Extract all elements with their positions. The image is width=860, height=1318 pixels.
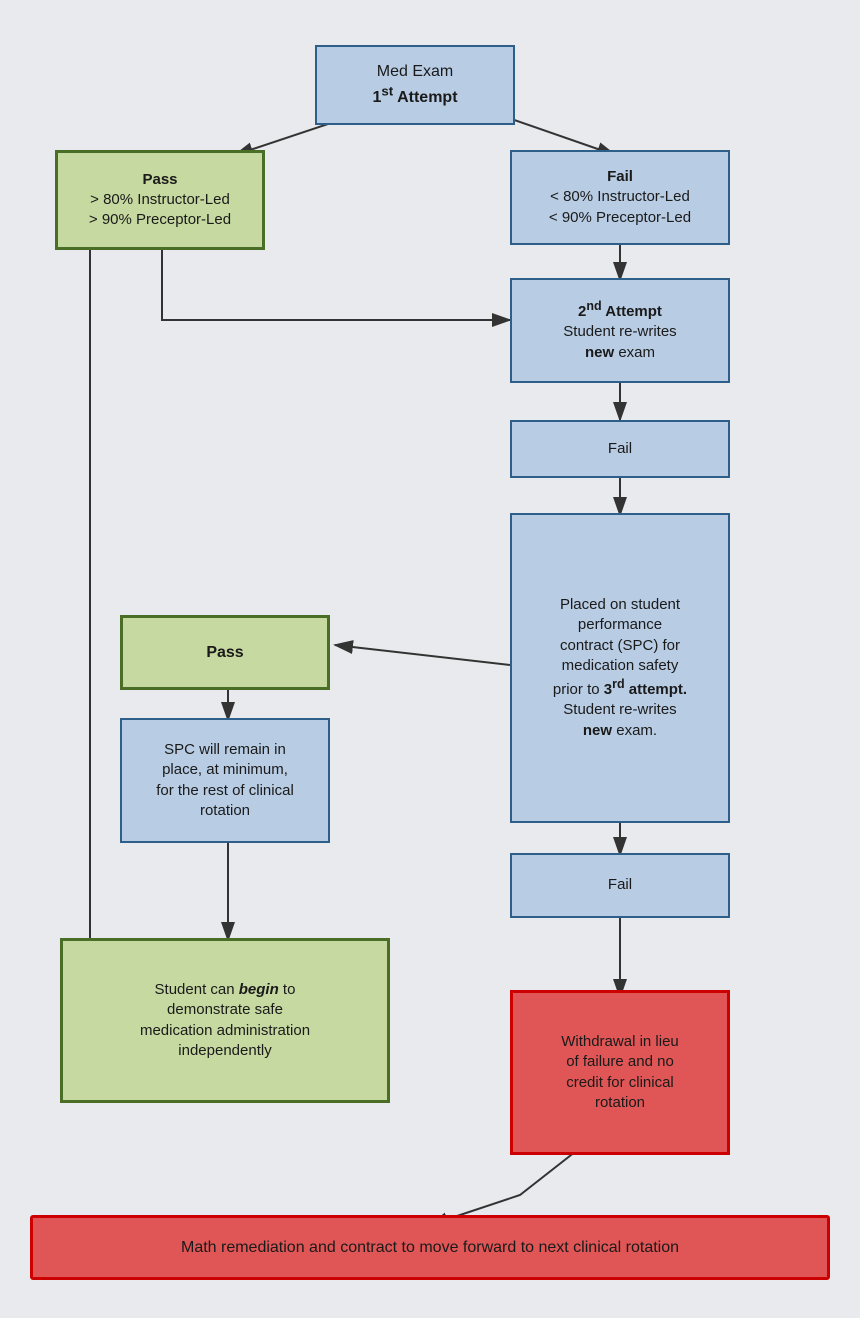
med-exam-label: Med Exam1st Attempt	[372, 61, 457, 109]
student-begin-label: Student can begin todemonstrate safemedi…	[140, 980, 310, 1061]
spc-remain-label: SPC will remain inplace, at minimum,for …	[156, 740, 294, 821]
pass1-label: Pass> 80% Instructor-Led> 90% Preceptor-…	[89, 170, 231, 231]
spc-remain-box: SPC will remain inplace, at minimum,for …	[120, 718, 330, 843]
fail1-label: Fail< 80% Instructor-Led< 90% Preceptor-…	[549, 167, 691, 228]
student-begin-box: Student can begin todemonstrate safemedi…	[60, 938, 390, 1103]
withdrawal-label: Withdrawal in lieuof failure and nocredi…	[561, 1032, 679, 1113]
fail2-label: Fail	[608, 439, 632, 459]
withdrawal-box: Withdrawal in lieuof failure and nocredi…	[510, 990, 730, 1155]
attempt2-box: 2nd AttemptStudent re-writesnew exam	[510, 278, 730, 383]
spc-box: Placed on studentperformancecontract (SP…	[510, 513, 730, 823]
pass1-box: Pass> 80% Instructor-Led> 90% Preceptor-…	[55, 150, 265, 250]
math-remediation-box: Math remediation and contract to move fo…	[30, 1215, 830, 1280]
attempt2-label: 2nd AttemptStudent re-writesnew exam	[563, 298, 676, 363]
fail3-box: Fail	[510, 853, 730, 918]
fail1-box: Fail< 80% Instructor-Led< 90% Preceptor-…	[510, 150, 730, 245]
pass2-box: Pass	[120, 615, 330, 690]
med-exam-box: Med Exam1st Attempt	[315, 45, 515, 125]
math-remediation-label: Math remediation and contract to move fo…	[181, 1237, 679, 1259]
spc-label: Placed on studentperformancecontract (SP…	[553, 595, 687, 741]
fail2-box: Fail	[510, 420, 730, 478]
flowchart: Med Exam1st Attempt Pass> 80% Instructor…	[0, 0, 860, 1318]
fail3-label: Fail	[608, 875, 632, 895]
pass2-label: Pass	[206, 642, 243, 664]
